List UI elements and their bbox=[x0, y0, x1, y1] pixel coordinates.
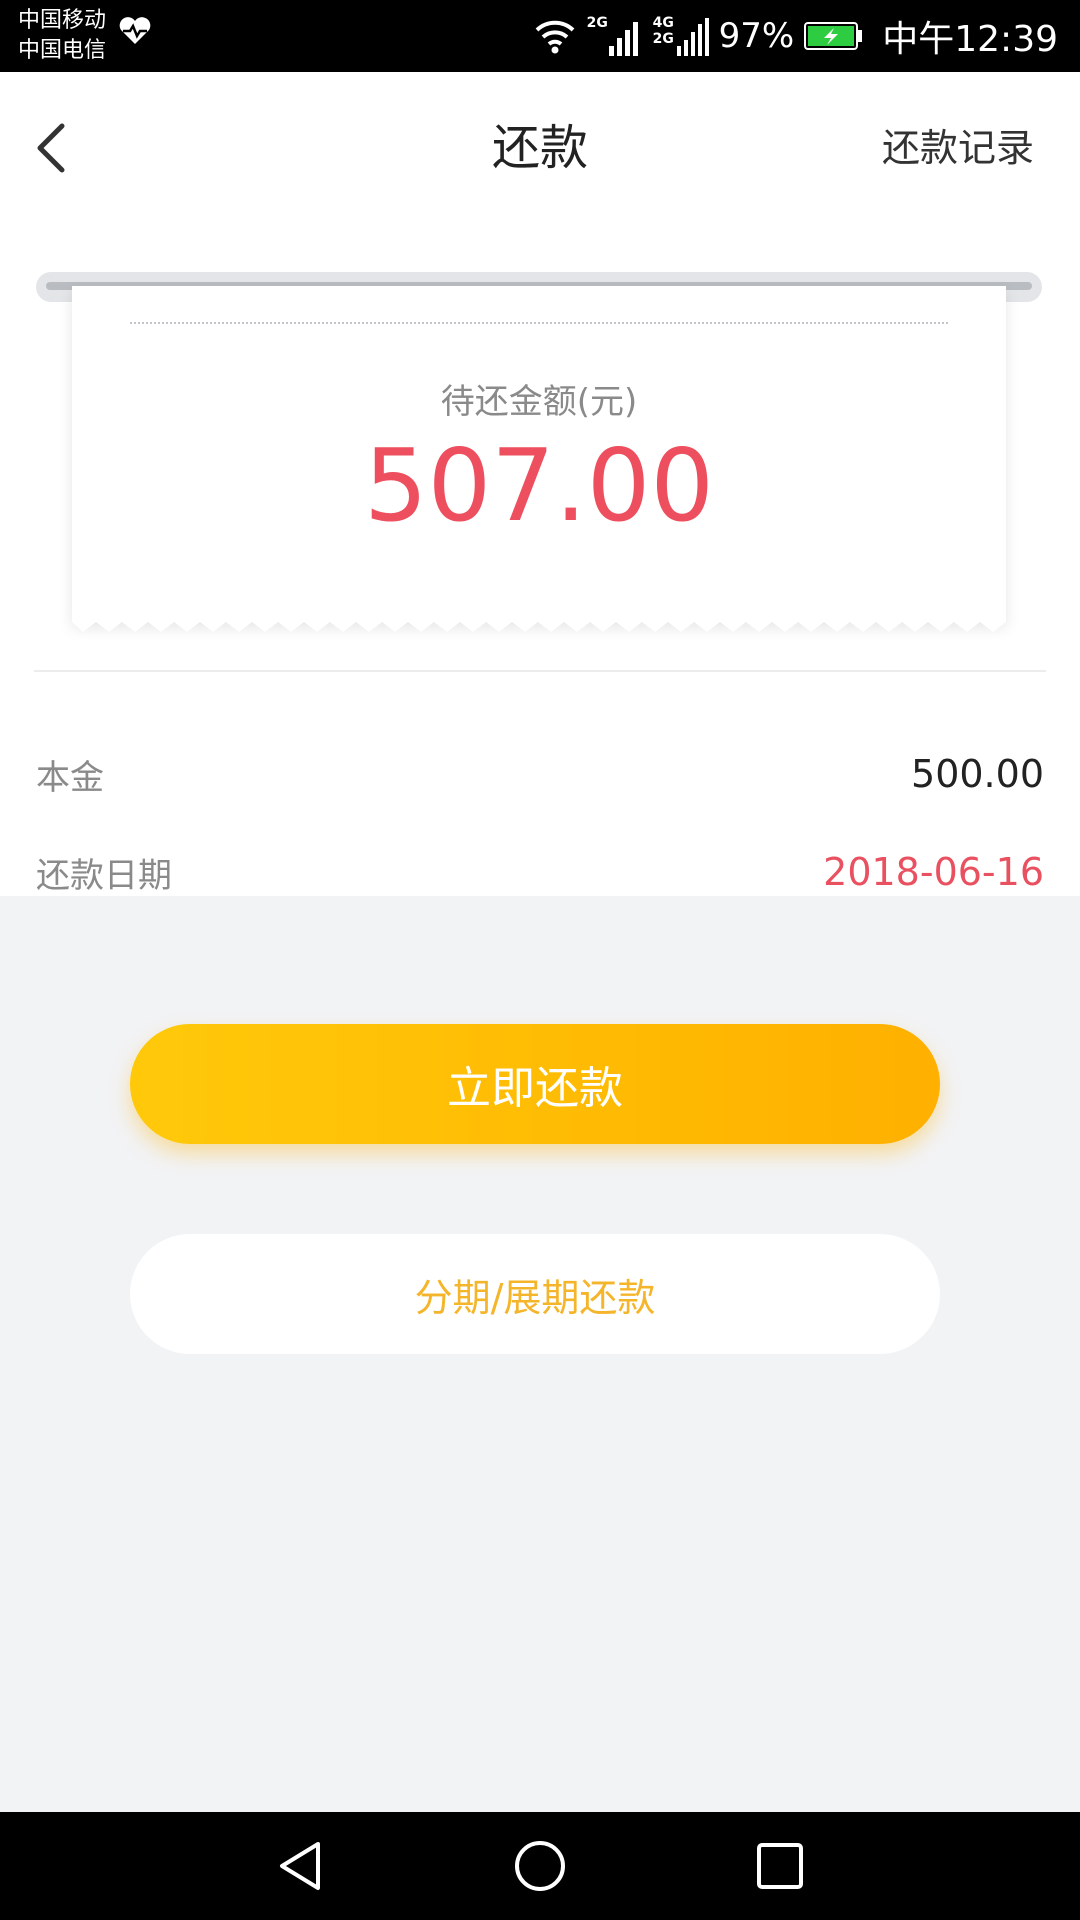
divider bbox=[34, 670, 1046, 672]
repayment-history-link[interactable]: 还款记录 bbox=[882, 120, 1034, 176]
amount-due-value: 507.00 bbox=[364, 427, 714, 544]
nav-home-button[interactable] bbox=[510, 1836, 570, 1896]
nav-back-button[interactable] bbox=[270, 1836, 330, 1896]
principal-row: 本金 500.00 bbox=[36, 744, 1044, 804]
receipt-card: 待还金额(元) 507.00 bbox=[72, 286, 1006, 622]
wifi-icon bbox=[535, 20, 575, 54]
clock: 中午12:39 bbox=[882, 19, 1058, 60]
carrier-1: 中国移动 bbox=[18, 8, 107, 33]
signal-bars-icon bbox=[676, 18, 709, 56]
repayment-summary: 待还金额(元) 507.00 本金 500.00 还款日期 2018-06-16 bbox=[0, 224, 1080, 896]
battery-charging-icon bbox=[804, 22, 863, 50]
due-date-value: 2018-06-16 bbox=[823, 850, 1044, 894]
amount-due-label: 待还金额(元) bbox=[440, 382, 638, 422]
principal-value: 500.00 bbox=[911, 752, 1044, 796]
due-date-label: 还款日期 bbox=[36, 855, 172, 896]
system-nav-bar bbox=[0, 1812, 1080, 1920]
signal-2: 4G 2G bbox=[653, 14, 709, 58]
nav-recents-button[interactable] bbox=[750, 1836, 810, 1896]
installment-extension-button[interactable]: 分期/展期还款 bbox=[130, 1234, 940, 1354]
signal-1: 2G bbox=[587, 14, 643, 58]
repay-now-button[interactable]: 立即还款 bbox=[130, 1024, 940, 1144]
app-header: 还款 还款记录 bbox=[0, 72, 1080, 224]
triangle-back-icon bbox=[280, 1842, 320, 1890]
square-recents-icon bbox=[757, 1843, 803, 1889]
due-date-row: 还款日期 2018-06-16 bbox=[36, 842, 1044, 902]
carrier-info: 中国移动 中国电信 bbox=[18, 6, 106, 66]
receipt-torn-edge bbox=[72, 614, 1006, 632]
signal-bars-icon bbox=[608, 22, 638, 56]
carrier-2: 中国电信 bbox=[18, 38, 107, 63]
status-bar: 中国移动 中国电信 2G 4G 2G 97% 中午12:39 bbox=[0, 0, 1080, 72]
status-right: 2G 4G 2G 97% 中午12:39 bbox=[533, 0, 1058, 72]
heart-rate-icon bbox=[119, 17, 151, 44]
receipt-dashed-line bbox=[130, 322, 948, 324]
circle-home-icon bbox=[515, 1841, 565, 1891]
battery-percent: 97% bbox=[718, 16, 795, 56]
principal-label: 本金 bbox=[36, 757, 104, 798]
